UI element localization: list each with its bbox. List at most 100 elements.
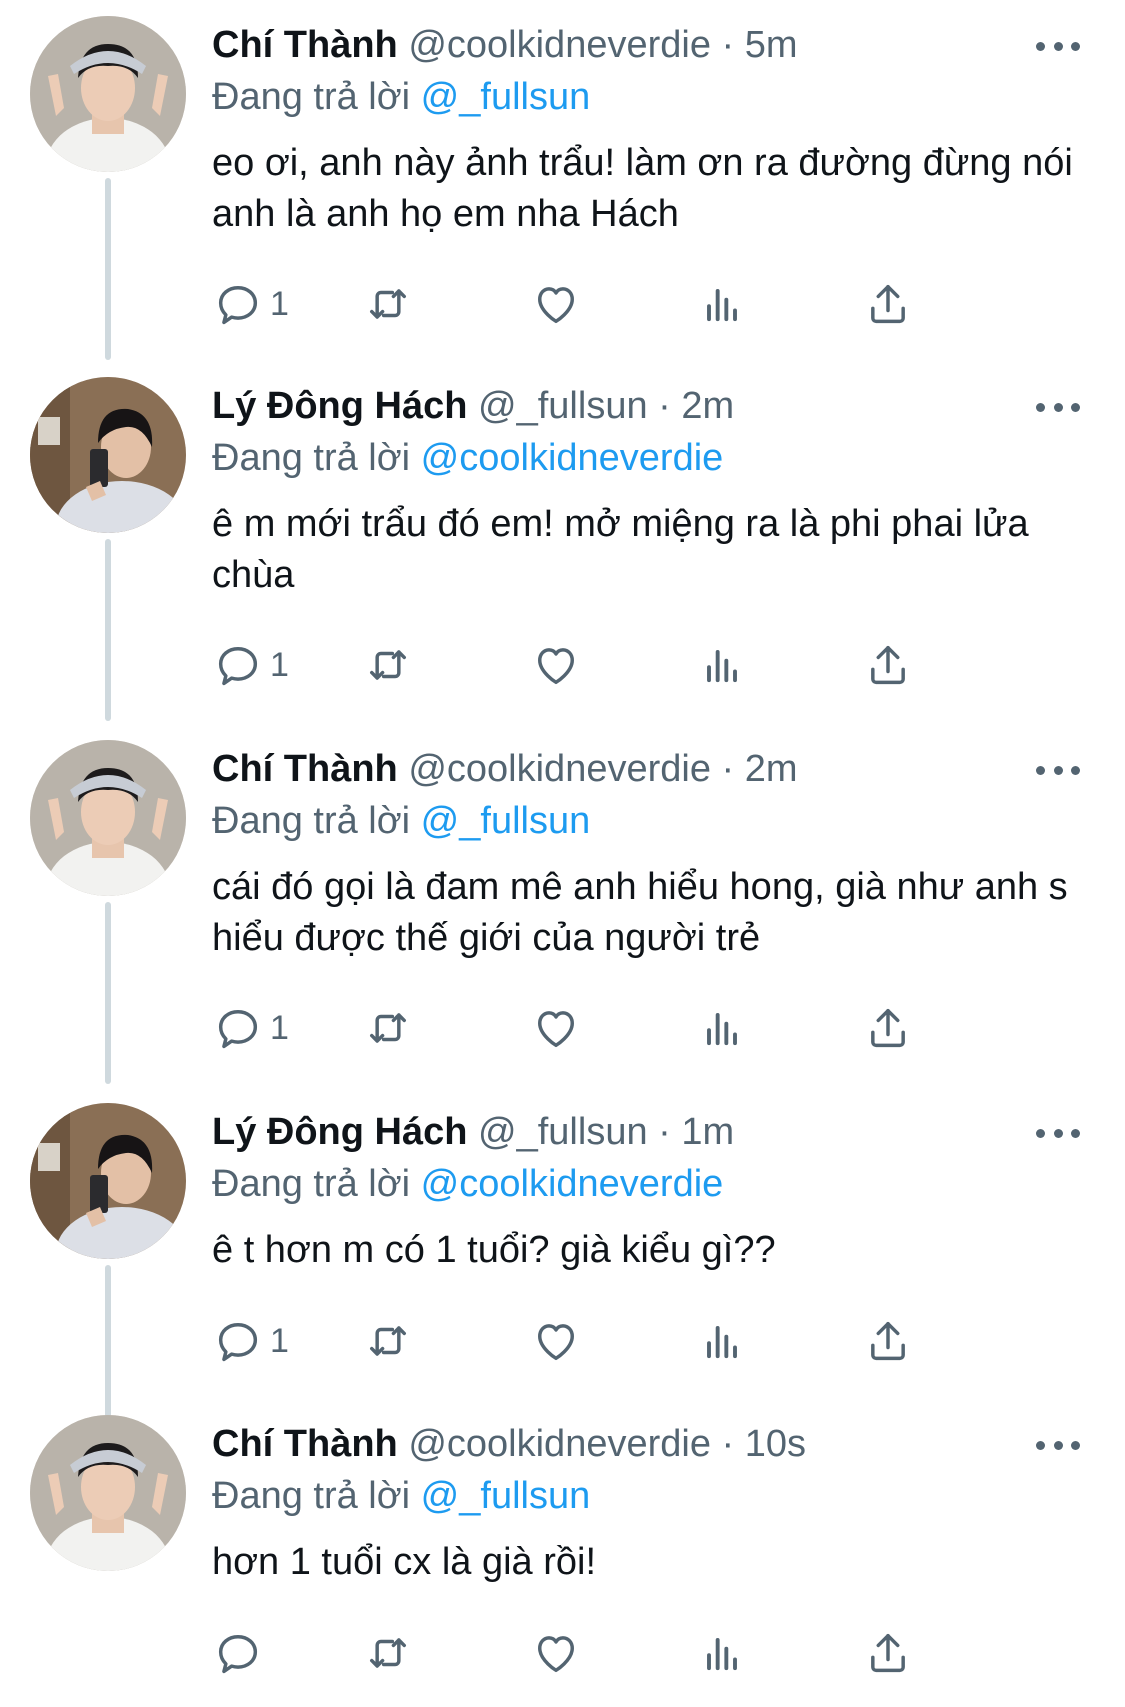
like-button[interactable] <box>530 276 582 332</box>
retweet-button[interactable] <box>362 637 414 693</box>
avatar-ly-dong-hach[interactable] <box>30 377 186 533</box>
share-icon <box>871 1633 905 1673</box>
separator-dot: · <box>658 1111 671 1153</box>
retweet-icon <box>370 1638 406 1668</box>
avatar-ly-dong-hach[interactable] <box>30 1103 186 1259</box>
author-handle[interactable]: @coolkidneverdie <box>408 1423 711 1465</box>
reply-count: 1 <box>270 284 289 323</box>
reply-button[interactable]: 1 <box>212 637 289 693</box>
timestamp[interactable]: 5m <box>745 24 798 66</box>
author-name[interactable]: Chí Thành <box>212 24 398 66</box>
replying-to: Đang trả lời @coolkidneverdie <box>212 435 723 481</box>
like-button[interactable] <box>530 1313 582 1369</box>
replying-to-label: Đang trả lời <box>212 76 411 118</box>
more-icon[interactable] <box>1036 387 1080 427</box>
retweet-button[interactable] <box>362 276 414 332</box>
like-button[interactable] <box>530 1625 582 1681</box>
like-icon <box>538 1011 574 1048</box>
avatar-chi-thanh[interactable] <box>30 16 186 172</box>
replying-to: Đang trả lời @_fullsun <box>212 74 590 120</box>
share-icon <box>871 1008 905 1048</box>
tweet-header: Chí Thành @coolkidneverdie · 10s <box>212 1421 806 1467</box>
tweet[interactable]: Chí Thành @coolkidneverdie · 10s Đang tr… <box>0 1399 1125 1707</box>
thread-connector-line <box>105 539 111 721</box>
mention-link[interactable]: @coolkidneverdie <box>421 437 724 479</box>
reply-button[interactable]: 1 <box>212 276 289 332</box>
analytics-button[interactable] <box>696 1000 748 1056</box>
timestamp[interactable]: 1m <box>681 1111 734 1153</box>
action-bar <box>212 1625 1012 1681</box>
more-icon[interactable] <box>1036 26 1080 66</box>
reply-thread: Chí Thành @coolkidneverdie · 5m Đang trả… <box>0 0 1125 1707</box>
reply-count: 1 <box>270 1008 289 1047</box>
tweet-header: Lý Đông Hách @_fullsun · 1m <box>212 1109 734 1155</box>
author-handle[interactable]: @_fullsun <box>478 385 648 427</box>
retweet-button[interactable] <box>362 1313 414 1369</box>
tweet-text: ê m mới trẩu đó em! mở miệng ra là phi p… <box>212 503 1029 596</box>
author-name[interactable]: Lý Đông Hách <box>212 385 467 427</box>
replying-to-label: Đang trả lời <box>212 1475 411 1517</box>
tweet[interactable]: Lý Đông Hách @_fullsun · 1m Đang trả lời… <box>0 1087 1125 1497</box>
analytics-button[interactable] <box>696 276 748 332</box>
tweet[interactable]: Chí Thành @coolkidneverdie · 5m Đang trả… <box>0 0 1125 360</box>
replying-to-label: Đang trả lời <box>212 437 411 479</box>
author-handle[interactable]: @coolkidneverdie <box>408 24 711 66</box>
mention-link[interactable]: @coolkidneverdie <box>421 1163 724 1205</box>
timestamp[interactable]: 10s <box>745 1423 806 1465</box>
like-button[interactable] <box>530 637 582 693</box>
action-bar: 1 <box>212 1000 1012 1056</box>
mention-link[interactable]: @_fullsun <box>421 76 591 118</box>
more-icon[interactable] <box>1036 1425 1080 1465</box>
more-icon[interactable] <box>1036 750 1080 790</box>
tweet[interactable]: Chí Thành @coolkidneverdie · 2m Đang trả… <box>0 724 1125 1084</box>
separator-dot: · <box>721 748 735 790</box>
avatar-chi-thanh[interactable] <box>30 740 186 896</box>
retweet-icon <box>370 1326 406 1356</box>
thread-connector-line <box>105 178 111 360</box>
reply-icon <box>218 1010 258 1049</box>
tweet-text: eo ơi, anh này ảnh trẩu! làm ơn ra đường… <box>212 142 1073 235</box>
retweet-icon <box>370 650 406 680</box>
tweet-header: Chí Thành @coolkidneverdie · 5m <box>212 22 798 68</box>
reply-icon <box>218 1323 258 1362</box>
more-icon[interactable] <box>1036 1113 1080 1153</box>
retweet-button[interactable] <box>362 1000 414 1056</box>
tweet-text: cái đó gọi là đam mê anh hiểu hong, già … <box>212 866 1068 959</box>
share-button[interactable] <box>862 1313 914 1369</box>
author-name[interactable]: Lý Đông Hách <box>212 1111 467 1153</box>
reply-icon <box>218 647 258 686</box>
timestamp[interactable]: 2m <box>745 748 798 790</box>
author-name[interactable]: Chí Thành <box>212 748 398 790</box>
reply-button[interactable]: 1 <box>212 1000 289 1056</box>
action-bar: 1 <box>212 276 1012 332</box>
share-button[interactable] <box>862 1000 914 1056</box>
reply-icon <box>218 286 258 325</box>
tweet[interactable]: Lý Đông Hách @_fullsun · 2m Đang trả lời… <box>0 361 1125 721</box>
analytics-button[interactable] <box>696 637 748 693</box>
author-name[interactable]: Chí Thành <box>212 1423 398 1465</box>
retweet-button[interactable] <box>362 1625 414 1681</box>
analytics-icon <box>707 289 737 322</box>
timestamp[interactable]: 2m <box>681 385 734 427</box>
share-button[interactable] <box>862 276 914 332</box>
reply-button[interactable]: 1 <box>212 1313 289 1369</box>
reply-count: 1 <box>270 1321 289 1360</box>
replying-to-label: Đang trả lời <box>212 1163 411 1205</box>
analytics-button[interactable] <box>696 1625 748 1681</box>
like-icon <box>538 1636 574 1673</box>
analytics-icon <box>707 1013 737 1046</box>
action-bar: 1 <box>212 1313 1012 1369</box>
author-handle[interactable]: @coolkidneverdie <box>408 748 711 790</box>
like-button[interactable] <box>530 1000 582 1056</box>
reply-button[interactable] <box>212 1625 270 1681</box>
replying-to: Đang trả lời @_fullsun <box>212 798 590 844</box>
share-button[interactable] <box>862 1625 914 1681</box>
share-button[interactable] <box>862 637 914 693</box>
avatar-chi-thanh[interactable] <box>30 1415 186 1571</box>
mention-link[interactable]: @_fullsun <box>421 1475 591 1517</box>
tweet-text: ê t hơn m có 1 tuổi? già kiểu gì?? <box>212 1229 776 1271</box>
mention-link[interactable]: @_fullsun <box>421 800 591 842</box>
author-handle[interactable]: @_fullsun <box>478 1111 648 1153</box>
analytics-button[interactable] <box>696 1313 748 1369</box>
tweet-header: Lý Đông Hách @_fullsun · 2m <box>212 383 734 429</box>
